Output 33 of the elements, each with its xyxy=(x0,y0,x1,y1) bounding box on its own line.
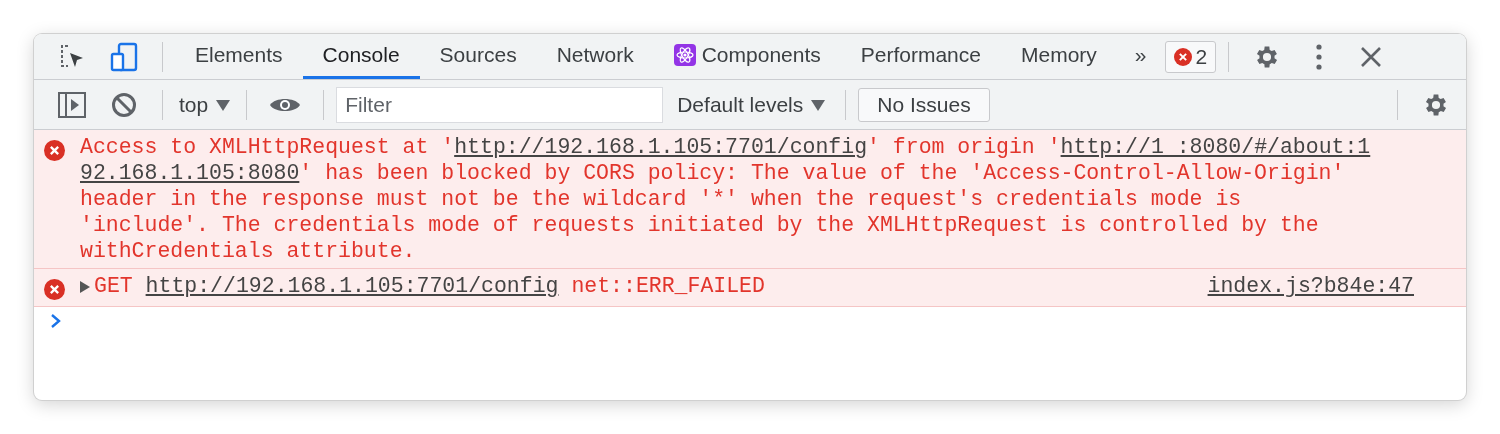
tab[interactable]: Network xyxy=(536,34,654,79)
tab[interactable]: Components xyxy=(653,34,841,79)
caret-icon xyxy=(216,98,231,111)
tab[interactable]: Memory xyxy=(1001,34,1117,79)
error-count: 2 xyxy=(1195,43,1208,70)
url-link[interactable]: http://192.168.1.105:7701/config xyxy=(145,274,559,298)
caret-icon xyxy=(811,98,826,111)
more-tabs-button[interactable]: » xyxy=(1116,34,1165,79)
error-icon xyxy=(1173,47,1192,66)
sidebar-toggle-icon[interactable] xyxy=(58,91,86,118)
url-link[interactable]: http://192.168.1.105:7701/config xyxy=(454,135,868,159)
atom-icon xyxy=(673,44,696,66)
error-icon xyxy=(44,278,65,300)
url-link[interactable]: http://1 :8080/#/about:1 xyxy=(1060,135,1371,159)
clear-console-icon[interactable] xyxy=(111,91,137,118)
error-icon xyxy=(44,139,65,161)
tab[interactable]: Performance xyxy=(840,34,1001,79)
message-text: Access to XMLHttpRequest at 'http://192.168.1.105:7701/config' from origin 'http://1 :8080/#/about:1 92.168.1.105:8080' has been blocked by CORS policy: The value of the 'Access-Control-Allow-Origin' header in the response must not be the wildcard '*' when the request's credentials mode is 'include'. The credentials mode of requests initiated by the XMLHttpRequest is controlled by the withCredentials attribute. xyxy=(80,134,1371,264)
url-link[interactable]: 92.168.1.105:8080 xyxy=(80,161,300,185)
tab[interactable]: Elements xyxy=(175,34,303,79)
tab[interactable]: Sources xyxy=(419,34,537,79)
prompt-chevron-icon[interactable] xyxy=(50,313,62,329)
levels-dropdown[interactable]: Default levels xyxy=(663,88,834,121)
device-toolbar-icon[interactable] xyxy=(109,41,139,72)
close-icon[interactable] xyxy=(1360,45,1383,68)
more-menu-icon[interactable] xyxy=(1316,43,1323,70)
message-text: GET http://192.168.1.105:7701/config net::ERR_FAILED xyxy=(94,273,765,299)
source-link[interactable]: index.js?b84e:47 xyxy=(1207,273,1414,299)
context-selector[interactable]: top xyxy=(175,88,235,121)
error-count-button[interactable]: 2 xyxy=(1164,40,1217,73)
expand-triangle-icon[interactable] xyxy=(80,281,90,294)
filter-field[interactable]: Filter xyxy=(336,86,664,123)
issues-button[interactable]: No Issues xyxy=(858,87,990,122)
